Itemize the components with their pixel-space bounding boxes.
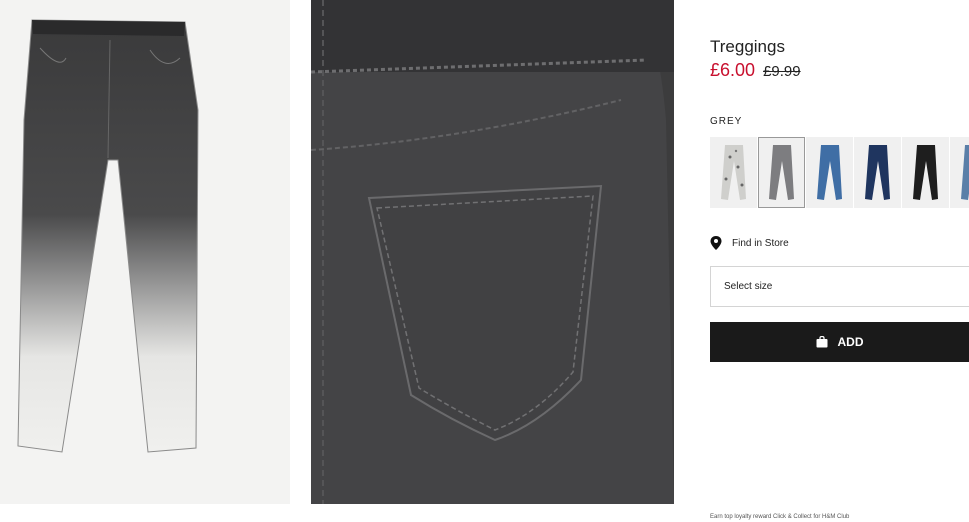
back-pocket-illustration	[311, 0, 674, 504]
product-title: Treggings	[710, 37, 785, 56]
location-pin-icon	[710, 236, 722, 250]
price: £6.00 £9.99	[710, 60, 801, 81]
size-select[interactable]: Select size	[710, 266, 969, 307]
find-in-store-label: Find in Store	[732, 237, 789, 249]
dark-blue-treggings-thumbnail	[865, 145, 890, 200]
blue-treggings-thumbnail	[817, 145, 842, 200]
leopard-treggings-thumbnail	[721, 145, 746, 200]
grey-treggings-thumbnail	[769, 145, 794, 200]
swatch-light-blue[interactable]	[950, 137, 969, 208]
color-swatches	[710, 137, 969, 208]
product-image-front[interactable]	[0, 0, 290, 504]
light-blue-treggings-thumbnail	[961, 145, 969, 200]
swatch-mid-blue[interactable]	[806, 137, 853, 208]
loyalty-footer-text: Earn top loyalty reward Click & Collect …	[710, 514, 850, 520]
swatch-black[interactable]	[902, 137, 949, 208]
color-label: GREY	[710, 116, 743, 127]
treggings-front-illustration	[17, 19, 199, 453]
size-select-label: Select size	[724, 281, 773, 292]
swatch-leopard-print[interactable]	[710, 137, 757, 208]
product-image-detail[interactable]	[311, 0, 674, 504]
black-treggings-thumbnail	[913, 145, 938, 200]
add-to-bag-button[interactable]: ADD	[710, 322, 969, 362]
sale-price: £6.00	[710, 60, 756, 80]
swatch-grey[interactable]	[758, 137, 805, 208]
original-price: £9.99	[763, 63, 801, 80]
shopping-bag-icon	[816, 336, 827, 348]
swatch-dark-blue[interactable]	[854, 137, 901, 208]
find-in-store-link[interactable]: Find in Store	[710, 236, 789, 250]
add-button-label: ADD	[837, 335, 864, 349]
